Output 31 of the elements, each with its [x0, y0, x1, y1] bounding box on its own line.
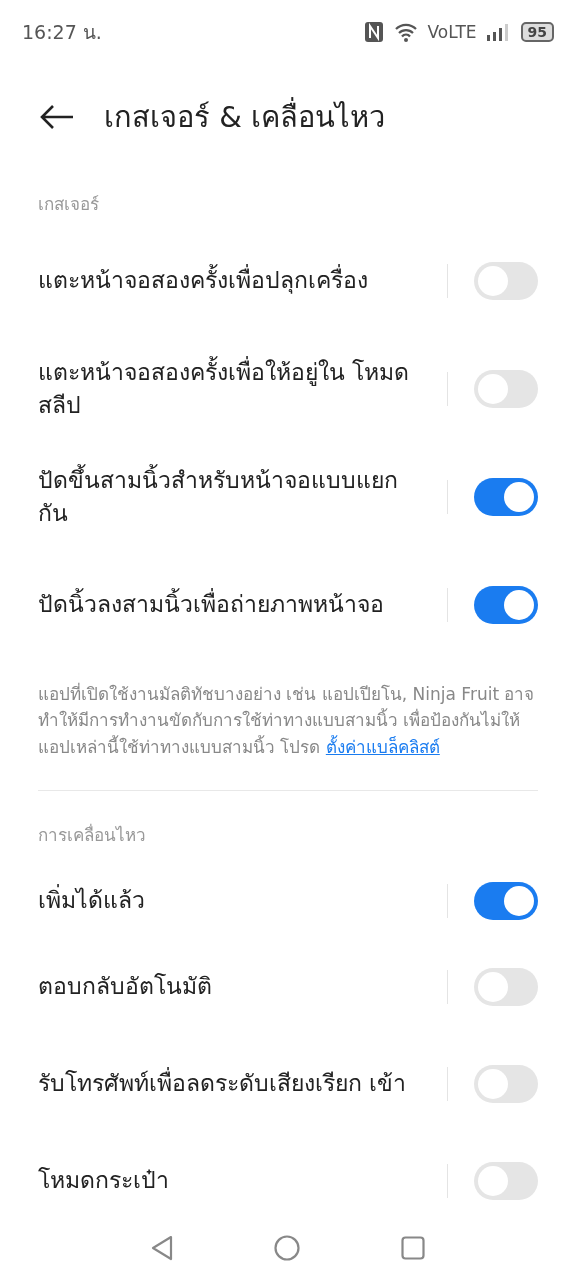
- nfc-icon: [363, 21, 384, 43]
- section-label: เกสเจอร์: [38, 193, 100, 216]
- setting-label: ปัดขึ้นสามนิ้วสำหรับหน้าจอแบบแยก กัน: [38, 463, 399, 528]
- toggle-switch[interactable]: [474, 262, 538, 300]
- toggle-switch[interactable]: [474, 478, 538, 516]
- network-label: VoLTE: [427, 22, 477, 42]
- setting-label: แตะหน้าจอสองครั้งเพื่อให้อยู่ใน โหมดสลีป: [38, 355, 411, 420]
- toggle-switch[interactable]: [474, 370, 538, 408]
- setting-label: ตอบกลับอัตโนมัติ: [38, 972, 213, 1002]
- toggle-switch[interactable]: [474, 882, 538, 921]
- status-time: 16:27 น.: [22, 20, 103, 45]
- toggle-switch[interactable]: [474, 968, 538, 1007]
- toggle-switch[interactable]: [474, 586, 538, 624]
- section-label: การเคลื่อนไหว: [38, 822, 147, 848]
- home-nav-icon[interactable]: [274, 1235, 300, 1261]
- info-note: แอปที่เปิดใช้งานมัลติทัชบางอย่าง เช่น แอปเปียโน, Ninja Fruit อาจทำให้มีการทำงานขัดกับการใช้ท่าทางแบบสามนิ้ว เพื่อป้องกันไม่ให้แอปเหล่านี้ใช้ท่าทางแบบสามนิ้ว โปรด ตั้งค่าแบล็คลิสต์: [38, 681, 536, 759]
- toggle-switch[interactable]: [474, 1162, 538, 1201]
- setting-label: โหมดกระเป๋า: [38, 1166, 170, 1196]
- battery-indicator: 95: [520, 22, 554, 42]
- setting-label: รับโทรศัพท์เพื่อลดระดับเสียงเรียก เข้า: [38, 1067, 447, 1101]
- toggle-switch[interactable]: [474, 1065, 538, 1104]
- setting-label: แตะหน้าจอสองครั้งเพื่อปลุกเครื่อง: [38, 264, 447, 298]
- page-title: เกสเจอร์ & เคลื่อนไหว: [104, 94, 386, 140]
- back-nav-icon[interactable]: [150, 1235, 173, 1261]
- setting-label: ปัดนิ้วลงสามนิ้วเพื่อถ่ายภาพหน้าจอ: [38, 588, 447, 622]
- recents-nav-icon[interactable]: [401, 1236, 426, 1260]
- signal-icon: [486, 23, 511, 41]
- back-arrow-icon[interactable]: [40, 104, 74, 130]
- wifi-icon: [393, 22, 418, 42]
- setting-label: เพิ่มได้แล้ว: [38, 884, 447, 918]
- blacklist-link[interactable]: ตั้งค่าแบล็คลิสต์: [325, 736, 440, 757]
